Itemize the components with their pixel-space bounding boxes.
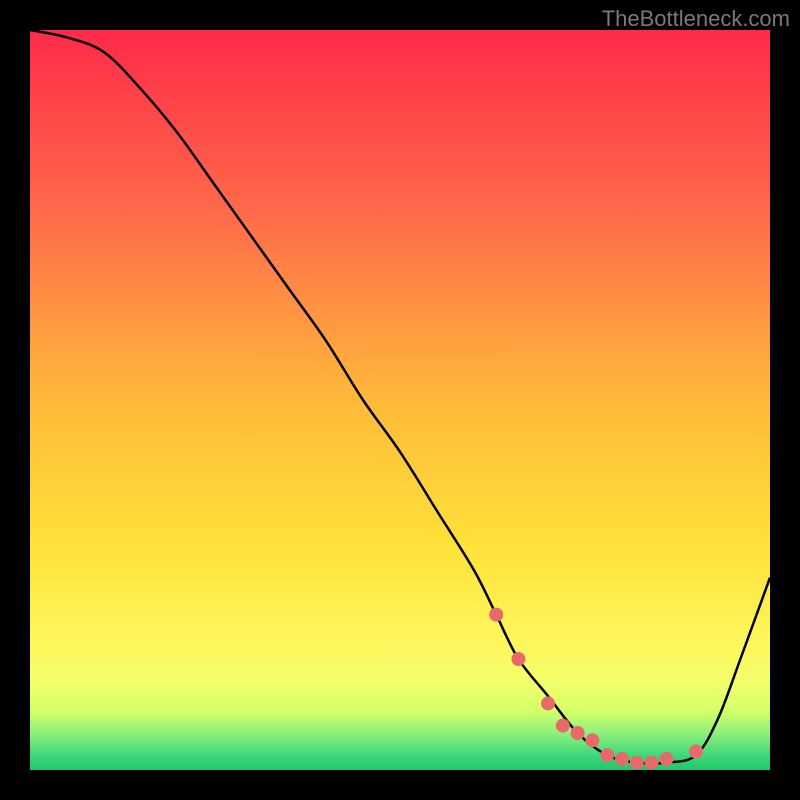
marker-dot — [615, 752, 629, 766]
marker-dot — [600, 748, 614, 762]
curve-layer — [30, 30, 770, 770]
watermark-text: TheBottleneck.com — [602, 6, 790, 32]
bottleneck-curve — [30, 30, 770, 764]
marker-dot — [659, 752, 673, 766]
marker-dot — [541, 696, 555, 710]
highlight-markers — [489, 608, 703, 770]
marker-dot — [556, 719, 570, 733]
marker-dot — [630, 756, 644, 770]
marker-dot — [571, 726, 585, 740]
marker-dot — [511, 652, 525, 666]
marker-dot — [645, 756, 659, 770]
plot-area — [30, 30, 770, 770]
marker-dot — [489, 608, 503, 622]
chart-container: TheBottleneck.com — [0, 0, 800, 800]
marker-dot — [585, 733, 599, 747]
marker-dot — [689, 745, 703, 759]
